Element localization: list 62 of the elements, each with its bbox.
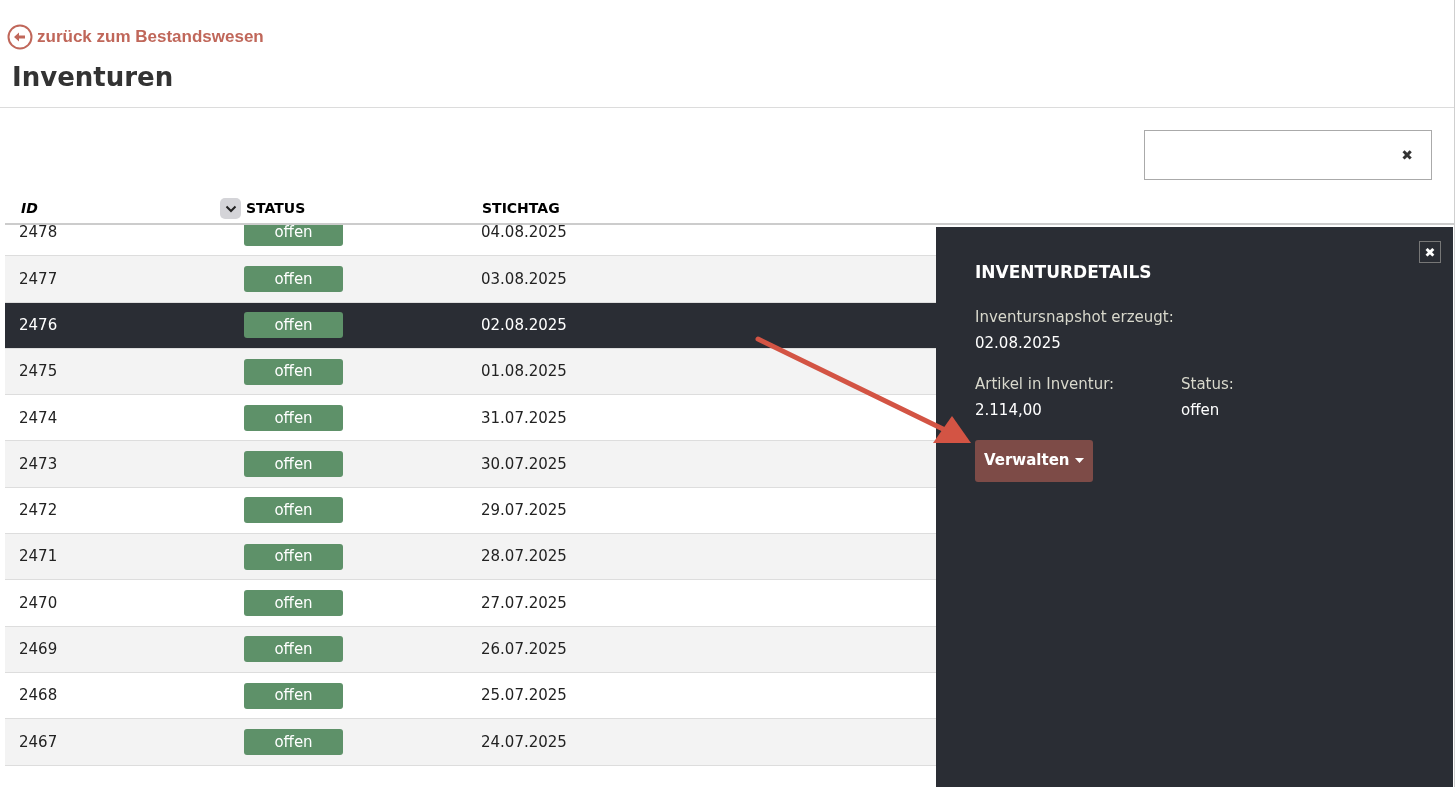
status-badge: offen <box>244 682 343 709</box>
id-cell: 2476 <box>19 316 58 334</box>
id-cell: 2473 <box>19 454 58 473</box>
date-cell: 30.07.2025 <box>481 454 567 473</box>
status-badge: offen <box>244 728 343 755</box>
table-row[interactable]: 2475 offen 01.08.2025 <box>5 348 936 396</box>
status-badge: offen <box>244 590 343 616</box>
table-row[interactable]: 2467 offen 24.07.2025 <box>5 719 936 766</box>
id-cell: 2475 <box>19 362 58 381</box>
column-header[interactable]: ID <box>21 198 38 219</box>
page-title: Inventuren <box>12 61 174 94</box>
date-cell: 29.07.2025 <box>481 501 567 520</box>
field-value: offen <box>1181 401 1220 419</box>
table-row[interactable]: 2476 offen 02.08.2025 <box>5 302 936 349</box>
table-row[interactable]: 2477 offen 03.08.2025 <box>5 256 936 303</box>
sort-toggle-icon[interactable] <box>220 198 241 219</box>
table-row[interactable]: 2471 offen 28.07.2025 <box>5 534 936 581</box>
date-cell: 25.07.2025 <box>481 686 567 705</box>
search-field[interactable]: ✖ <box>1144 130 1432 180</box>
id-cell: 2474 <box>19 408 58 427</box>
id-cell: 2478 <box>19 225 58 242</box>
status-badge: offen <box>244 225 343 246</box>
id-cell: 2468 <box>19 686 58 705</box>
table-row[interactable]: 2473 offen 30.07.2025 <box>5 441 936 488</box>
id-cell: 2467 <box>19 732 58 751</box>
field-label: Inventursnapshot erzeugt: <box>975 306 1174 328</box>
status-badge: offen <box>244 497 343 524</box>
status-badge: offen <box>244 358 343 385</box>
table-row[interactable]: 2478 offen 04.08.2025 <box>5 225 936 257</box>
field-label: Status: <box>1181 374 1234 393</box>
date-cell: 01.08.2025 <box>481 362 567 381</box>
date-cell: 28.07.2025 <box>481 547 567 566</box>
table-row[interactable]: 2469 offen 26.07.2025 <box>5 626 936 673</box>
status-badge: offen <box>244 543 343 570</box>
manage-dropdown-button[interactable]: Verwalten <box>975 439 1093 482</box>
id-cell: 2469 <box>19 640 58 659</box>
status-badge: offen <box>244 312 343 339</box>
field-value: 02.08.2025 <box>975 333 1061 354</box>
panel-heading: INVENTURDETAILS <box>975 261 1152 284</box>
clear-icon[interactable]: ✖ <box>1401 144 1413 166</box>
date-cell: 03.08.2025 <box>481 269 567 288</box>
column-header[interactable]: STATUS <box>246 198 306 219</box>
caret-icon <box>1074 458 1084 463</box>
field-label: Artikel in Inventur: <box>975 374 1115 393</box>
id-cell: 2471 <box>19 547 58 566</box>
date-cell: 26.07.2025 <box>481 640 567 659</box>
status-badge: offen <box>244 451 343 478</box>
close-button[interactable]: ✖ <box>1419 241 1441 263</box>
back-link[interactable]: zurück zum Bestandswesen <box>7 24 264 50</box>
status-badge: offen <box>244 265 343 292</box>
field-value: 2.114,00 <box>975 401 1042 419</box>
date-cell: 04.08.2025 <box>481 225 567 242</box>
date-cell: 31.07.2025 <box>481 408 567 427</box>
date-cell: 24.07.2025 <box>481 732 567 751</box>
status-badge: offen <box>244 404 343 431</box>
date-cell: 02.08.2025 <box>481 316 567 334</box>
date-cell: 27.07.2025 <box>481 593 567 612</box>
status-badge: offen <box>244 636 343 663</box>
column-header[interactable]: STICHTAG <box>482 198 560 219</box>
id-cell: 2470 <box>19 593 58 612</box>
id-cell: 2472 <box>19 501 58 520</box>
id-cell: 2477 <box>19 269 58 288</box>
